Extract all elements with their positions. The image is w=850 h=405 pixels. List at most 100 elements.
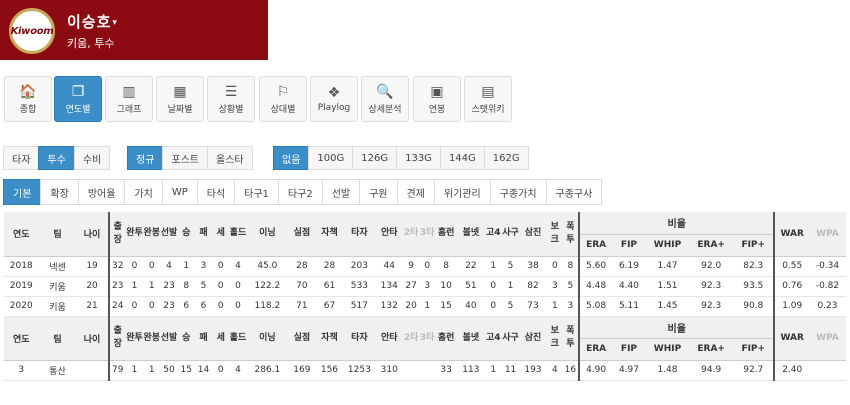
role-option-0[interactable]: 타자 (3, 146, 40, 170)
toolbar-newspaper-button[interactable]: ▤ 스탯위키 (464, 76, 512, 122)
table-row: 2020 키움 21 24 0 0 23 6 6 0 0 118.2 71 67 517 132 20 1 15 40… (4, 296, 846, 317)
tab-2[interactable]: 방어율 (77, 179, 126, 205)
table-cell: 71 (288, 296, 316, 317)
col-header: ERA (578, 234, 613, 257)
col-header: WAR (774, 212, 809, 257)
toolbar-label: 종합 (19, 104, 37, 115)
col-header: 팀 (38, 316, 77, 361)
level-option-2[interactable]: 126G (352, 146, 398, 170)
table-cell: 82 (519, 276, 547, 297)
list-icon: ☰ (224, 83, 238, 100)
tab-3[interactable]: 가치 (124, 179, 163, 205)
table-cell: 1.47 (645, 256, 690, 277)
tab-11[interactable]: 위기관리 (433, 179, 491, 205)
table-cell: -0.82 (808, 276, 846, 297)
season-option-1[interactable]: 포스트 (162, 146, 209, 170)
table-cell: 20 (403, 296, 420, 317)
table-cell: 28 (288, 256, 316, 277)
tab-5[interactable]: 타석 (196, 179, 236, 205)
col-header: 삼진 (519, 212, 547, 257)
table-cell: 40 (457, 296, 485, 317)
table-cell: 33 (435, 360, 458, 381)
tab-1[interactable]: 확장 (40, 179, 79, 205)
player-name-dropdown[interactable]: 이승호▾ (67, 11, 118, 32)
toolbar-bar-chart-button[interactable]: ▥ 그래프 (105, 76, 153, 122)
table-cell: 15 (435, 296, 458, 317)
table-cell: 통산 (38, 360, 77, 381)
toolbar-flag-button[interactable]: ⚐ 상대별 (259, 76, 307, 122)
table-cell: 19 (76, 256, 109, 277)
table-cell: 키움 (38, 296, 77, 317)
ratio-header: 비율 (578, 212, 776, 235)
col-header: WPA (808, 316, 846, 361)
level-option-3[interactable]: 133G (396, 146, 441, 170)
col-header: 이닝 (246, 212, 289, 257)
level-option-1[interactable]: 100G (308, 146, 354, 170)
tab-4[interactable]: WP (161, 179, 198, 205)
table-cell: 92.0 (689, 256, 734, 277)
ratio-header: 비율 (578, 316, 776, 339)
table-cell: 22 (457, 256, 485, 277)
table-cell: 20 (76, 276, 109, 297)
toolbar-home-button[interactable]: 🏠 종합 (4, 76, 52, 122)
table-cell: 51 (457, 276, 485, 297)
col-header: 이닝 (246, 316, 289, 361)
col-header: 패 (194, 212, 213, 257)
col-header: 안타 (375, 212, 404, 257)
level-option-4[interactable]: 144G (439, 146, 485, 170)
table-cell: 5 (194, 276, 213, 297)
tab-6[interactable]: 타구1 (234, 179, 279, 205)
level-option-5[interactable]: 162G (483, 146, 529, 170)
season-option-0[interactable]: 정규 (127, 146, 164, 170)
table-cell: 6 (194, 296, 213, 317)
toolbar-money-button[interactable]: ▣ 연봉 (413, 76, 461, 122)
table-cell: 0 (419, 256, 436, 277)
toolbar-label: 상황별 (218, 104, 244, 115)
table-cell: 203 (343, 256, 376, 277)
toolbar-list-button[interactable]: ☰ 상황별 (207, 76, 255, 122)
col-header: 홀드 (229, 316, 247, 361)
season-option-2[interactable]: 올스타 (207, 146, 253, 170)
table-cell: 310 (375, 360, 404, 381)
table-cell: 113 (457, 360, 485, 381)
tab-0[interactable]: 기본 (3, 179, 42, 205)
table-cell: 1 (546, 296, 563, 317)
tab-9[interactable]: 구원 (359, 179, 398, 205)
table-cell: 0 (212, 360, 230, 381)
copy-icon: ❐ (71, 83, 85, 100)
table-cell: 6 (177, 296, 195, 317)
role-option-2[interactable]: 수비 (73, 146, 111, 170)
table-cell: 193 (519, 360, 547, 381)
col-header: 연도 (4, 316, 39, 361)
table-cell: 1 (177, 256, 195, 277)
toolbar-search-button[interactable]: 🔍 상세분석 (361, 76, 409, 122)
table-cell: 50 (160, 360, 178, 381)
col-header: 출장 (107, 212, 126, 257)
table-cell: 23 (107, 276, 126, 297)
col-header: 자책 (315, 212, 344, 257)
level-option-0[interactable]: 없음 (273, 146, 310, 170)
tab-13[interactable]: 구종구사 (545, 179, 603, 205)
tab-12[interactable]: 구종가치 (489, 179, 547, 205)
role-option-1[interactable]: 투수 (38, 146, 75, 170)
toolbar-calendar-button[interactable]: ▦ 날짜별 (156, 76, 204, 122)
table-cell: 73 (519, 296, 547, 317)
col-header: 선발 (160, 316, 178, 361)
tab-10[interactable]: 견제 (396, 179, 435, 205)
col-header: 보크 (546, 212, 563, 257)
table-cell: 1.51 (645, 276, 690, 297)
tab-8[interactable]: 선발 (321, 179, 361, 205)
table-cell: 21 (76, 296, 109, 317)
table-cell: 0 (212, 296, 230, 317)
table-cell: 169 (288, 360, 316, 381)
table-cell: 0 (143, 296, 161, 317)
toolbar-copy-button[interactable]: ❐ 연도별 (54, 76, 102, 122)
table-cell: 16 (562, 360, 580, 381)
toolbar-cubes-button[interactable]: ❖ Playlog (310, 76, 358, 122)
table-cell: 9 (403, 256, 420, 277)
col-header: 나이 (76, 316, 109, 361)
table-cell: 0.76 (774, 276, 809, 297)
table-cell: 3 (546, 276, 563, 297)
table-cell: 82.3 (733, 256, 776, 277)
tab-7[interactable]: 타구2 (277, 179, 323, 205)
